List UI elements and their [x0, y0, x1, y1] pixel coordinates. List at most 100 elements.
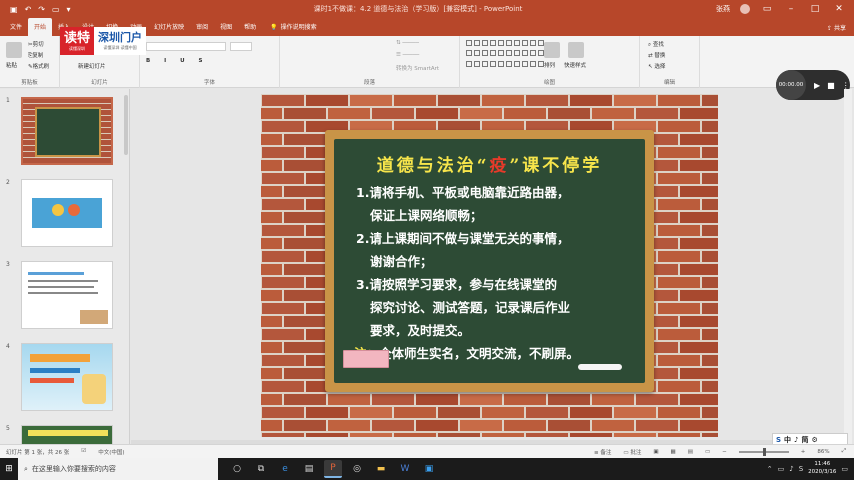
keyboard-icon[interactable]: S [799, 465, 803, 473]
drawing-label: 绘图 [543, 80, 555, 86]
select-button[interactable]: ↖ 选择 [648, 62, 665, 70]
customize-icon[interactable]: ▾ [67, 5, 71, 14]
app-icon[interactable]: ◎ [348, 460, 366, 478]
text-direction-button[interactable]: ⇅ ───── [396, 40, 419, 46]
windows-start-icon[interactable]: ⊞ [0, 458, 18, 480]
ime-s-icon[interactable]: S [776, 436, 781, 444]
tab-review[interactable]: 审阅 [190, 18, 214, 36]
tab-file[interactable]: 文件 [4, 18, 28, 36]
thumbnail-scrollbar[interactable] [124, 95, 128, 155]
quick-styles-icon[interactable] [568, 42, 584, 58]
align-text-button[interactable]: ☰ ───── [396, 52, 419, 58]
clock[interactable]: 11:46 2020/3/16 [808, 461, 836, 476]
quick-styles-button[interactable]: 快速样式 [564, 61, 586, 69]
font-format-buttons[interactable]: B I U S [146, 58, 208, 64]
play-icon[interactable]: ▶ [814, 81, 820, 90]
blackboard: 道德与法治“疫”课不停学 1.请将手机、平板或电脑靠近路由器， 保证上课网络顺畅… [334, 139, 645, 383]
slideshow-view-icon[interactable]: ▭ [705, 449, 710, 455]
stop-icon[interactable]: ■ [827, 81, 835, 90]
notes-button[interactable]: ≡ 备注 [594, 448, 611, 456]
meeting-icon[interactable]: ▣ [420, 460, 438, 478]
replace-button[interactable]: ⇄ 替换 [648, 51, 665, 59]
undo-icon[interactable]: ↶ [25, 5, 32, 14]
cut-button[interactable]: ✂剪切 [28, 40, 44, 48]
reading-view-icon[interactable]: ▤ [688, 449, 693, 455]
paste-icon[interactable] [6, 42, 22, 58]
zoom-level[interactable]: 86% [817, 449, 829, 455]
present-icon[interactable]: ▭ [52, 5, 60, 14]
thumbnail-slide-1[interactable] [21, 97, 113, 165]
format-painter-button[interactable]: ✎格式刷 [28, 62, 49, 70]
volume-icon[interactable]: ♪ [789, 465, 793, 473]
thumbnail-slide-4[interactable] [21, 343, 113, 411]
rule-line[interactable]: 3.请按照学习要求，参与在线课堂的 [356, 274, 557, 293]
slide-title[interactable]: 道德与法治“疫”课不停学 [334, 151, 645, 176]
zoom-slider[interactable] [738, 447, 789, 456]
window-title: 课时1不做课：4.2 道德与法治（学习版）[兼容模式] - PowerPoint [313, 5, 523, 13]
sorter-view-icon[interactable]: ▦ [671, 449, 676, 455]
share-button[interactable]: ⇪ 共享 [827, 23, 846, 32]
maximize-button[interactable]: □ [808, 4, 822, 14]
arrange-button[interactable]: 排列 [544, 61, 555, 69]
arrange-icon[interactable] [544, 42, 560, 58]
spellcheck-icon[interactable]: ☑ [81, 448, 86, 456]
tab-slideshow[interactable]: 幻灯片放映 [148, 18, 190, 36]
fit-slide-icon[interactable]: ⤢ [842, 448, 846, 455]
comments-button[interactable]: ▭ 批注 [623, 448, 641, 456]
zoom-in-icon[interactable]: + [801, 449, 806, 455]
close-button[interactable]: ✕ [832, 4, 846, 14]
search-placeholder: 在这里输入你要搜索的内容 [31, 465, 116, 473]
rule-line[interactable]: 保证上课网络顺畅； [370, 205, 483, 224]
font-size-box[interactable] [230, 42, 252, 51]
network-icon[interactable]: ▭ [778, 465, 785, 473]
tab-home[interactable]: 开始 [28, 18, 53, 36]
rule-line[interactable]: 2.请上课期间不做与课堂无关的事情， [356, 228, 569, 247]
task-view-icon[interactable]: ⧉ [252, 460, 270, 478]
title-part-1: 道德与法治“ [376, 156, 490, 176]
cortana-icon[interactable]: ○ [228, 460, 246, 478]
redo-icon[interactable]: ↷ [38, 5, 45, 14]
taskbar-search[interactable]: ⌕ 在这里输入你要搜索的内容 [18, 458, 218, 480]
word-icon[interactable]: W [396, 460, 414, 478]
rule-line[interactable]: 要求，及时提交。 [370, 320, 470, 339]
tab-view[interactable]: 视图 [214, 18, 238, 36]
find-button[interactable]: ⌕ 查找 [648, 40, 664, 49]
explorer-icon[interactable]: ▬ [372, 460, 390, 478]
tell-me-search[interactable]: 💡 操作说明搜索 [262, 18, 317, 36]
editing-group: ⌕ 查找 ⇄ 替换 ↖ 选择 编辑 [640, 36, 700, 88]
thumbnail-slide-5[interactable] [21, 425, 113, 444]
paste-button[interactable]: 粘贴 [6, 61, 17, 69]
minimize-button[interactable]: – [784, 4, 798, 14]
ime-punct[interactable]: ♪ [794, 436, 798, 444]
ime-settings[interactable]: ⚙ [812, 436, 818, 444]
ribbon-display-icon[interactable]: ▭ [760, 4, 774, 14]
new-slide-button[interactable]: 新建幻灯片 [78, 62, 106, 70]
title-part-2: ”课不停学 [509, 156, 603, 176]
normal-view-icon[interactable]: ▣ [653, 449, 658, 455]
user-name[interactable]: 张燕 [716, 4, 730, 14]
avatar[interactable] [740, 4, 750, 14]
vertical-scrollbar[interactable] [844, 89, 852, 444]
taskbar: ⊞ ⌕ 在这里输入你要搜索的内容 ○ ⧉ e ▤ P ◎ ▬ W ▣ ⌃ ▭ ♪… [0, 458, 854, 480]
rule-line[interactable]: 谢谢合作； [370, 251, 433, 270]
language[interactable]: 中文(中国) [98, 448, 124, 456]
zoom-out-icon[interactable]: − [722, 449, 727, 455]
smartart-button[interactable]: 转换为 SmartArt [396, 64, 439, 72]
tab-help[interactable]: 帮助 [238, 18, 262, 36]
powerpoint-icon[interactable]: P [324, 460, 342, 478]
store-icon[interactable]: ▤ [300, 460, 318, 478]
thumbnail-slide-3[interactable] [21, 261, 113, 329]
zoom-thumb[interactable] [762, 447, 766, 456]
font-name-box[interactable] [146, 42, 226, 51]
rule-line[interactable]: 探究讨论、测试答题，记录课后作业 [370, 297, 570, 316]
chevron-up-icon[interactable]: ⌃ [767, 465, 773, 473]
edge-icon[interactable]: e [276, 460, 294, 478]
shapes-gallery[interactable] [466, 40, 544, 70]
slide-1[interactable]: 道德与法治“疫”课不停学 1.请将手机、平板或电脑靠近路由器， 保证上课网络顺畅… [261, 94, 718, 437]
rule-line[interactable]: 1.请将手机、平板或电脑靠近路由器， [356, 182, 569, 201]
copy-button[interactable]: ⎘复制 [28, 51, 43, 60]
title-bar: ▣ ↶ ↷ ▭ ▾ 课时1不做课：4.2 道德与法治（学习版）[兼容模式] - … [0, 0, 854, 18]
save-icon[interactable]: ▣ [10, 5, 18, 14]
thumbnail-slide-2[interactable] [21, 179, 113, 247]
notification-icon[interactable]: ▭ [841, 465, 848, 473]
